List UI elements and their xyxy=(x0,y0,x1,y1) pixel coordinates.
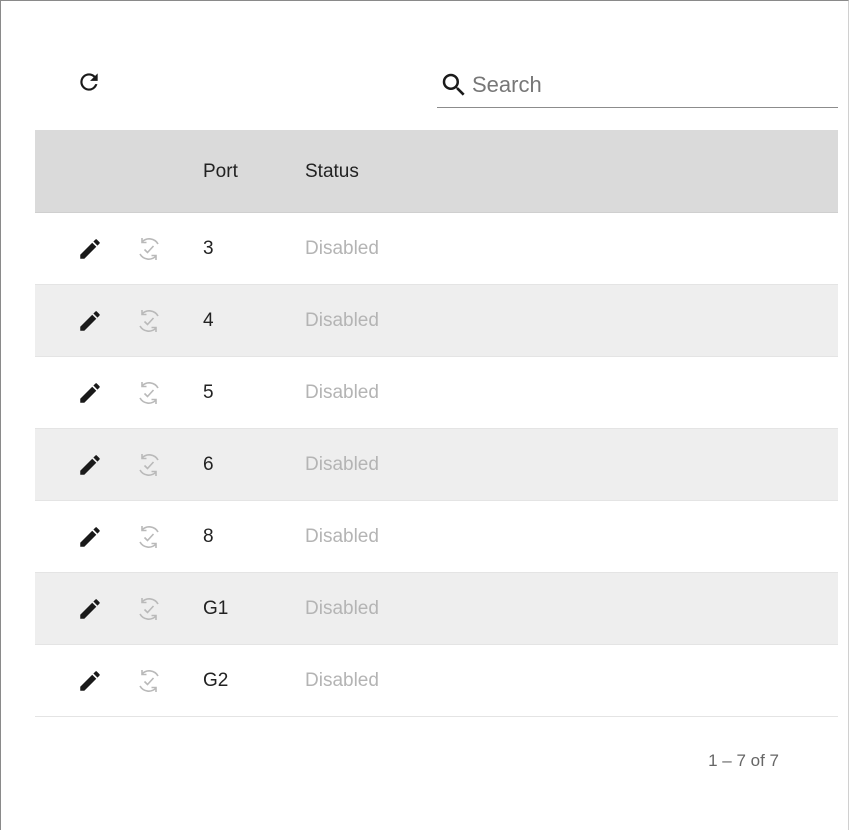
cell-port: 6 xyxy=(203,454,214,475)
edit-icon xyxy=(80,311,100,331)
search-field xyxy=(437,64,838,108)
sync-button[interactable] xyxy=(134,450,164,480)
cell-port: G1 xyxy=(203,598,229,619)
cell-port: 3 xyxy=(203,238,214,259)
sync-button[interactable] xyxy=(134,522,164,552)
refresh-icon xyxy=(80,73,98,91)
cell-port: 5 xyxy=(203,382,214,403)
sync-check-icon xyxy=(139,238,159,260)
cell-status: Disabled xyxy=(305,382,379,403)
pagination-range: 1 – 7 of 7 xyxy=(708,751,779,770)
sync-button[interactable] xyxy=(134,378,164,408)
edit-button[interactable] xyxy=(77,236,103,262)
sync-button[interactable] xyxy=(134,234,164,264)
table-row: G2 Disabled xyxy=(35,645,838,717)
search-icon xyxy=(442,73,465,96)
column-header-status[interactable]: Status xyxy=(305,161,359,183)
edit-button[interactable] xyxy=(77,308,103,334)
ports-table: Port Status 3 Disabled 4 Disabled 5 Disabled 6… xyxy=(35,130,838,717)
cell-status: Disabled xyxy=(305,238,379,259)
cell-port: G2 xyxy=(203,670,229,691)
refresh-button[interactable] xyxy=(76,69,102,95)
table-row: 3 Disabled xyxy=(35,213,838,285)
sync-button[interactable] xyxy=(134,666,164,696)
sync-check-icon xyxy=(139,598,159,620)
edit-icon xyxy=(80,599,100,619)
sync-check-icon xyxy=(139,310,159,332)
table-row: 6 Disabled xyxy=(35,429,838,501)
edit-icon xyxy=(80,527,100,547)
sync-button[interactable] xyxy=(134,594,164,624)
edit-icon xyxy=(80,455,100,475)
edit-button[interactable] xyxy=(77,668,103,694)
table-row: G1 Disabled xyxy=(35,573,838,645)
column-header-port[interactable]: Port xyxy=(203,161,238,183)
sync-check-icon xyxy=(139,382,159,404)
edit-icon xyxy=(80,383,100,403)
cell-port: 4 xyxy=(203,310,214,331)
edit-icon xyxy=(80,671,100,691)
table-body: 3 Disabled 4 Disabled 5 Disabled 6 Disabled 8 Dis… xyxy=(35,213,838,717)
sync-check-icon xyxy=(139,670,159,692)
cell-status: Disabled xyxy=(305,526,379,547)
cell-status: Disabled xyxy=(305,670,379,691)
table-header: Port Status xyxy=(35,130,838,213)
cell-status: Disabled xyxy=(305,310,379,331)
cell-port: 8 xyxy=(203,526,214,547)
edit-button[interactable] xyxy=(77,380,103,406)
cell-status: Disabled xyxy=(305,598,379,619)
table-row: 4 Disabled xyxy=(35,285,838,357)
table-row: 8 Disabled xyxy=(35,501,838,573)
search-input[interactable] xyxy=(472,68,832,102)
edit-button[interactable] xyxy=(77,452,103,478)
edit-button[interactable] xyxy=(77,596,103,622)
table-row: 5 Disabled xyxy=(35,357,838,429)
edit-button[interactable] xyxy=(77,524,103,550)
sync-check-icon xyxy=(139,454,159,476)
cell-status: Disabled xyxy=(305,454,379,475)
sync-check-icon xyxy=(139,526,159,548)
sync-button[interactable] xyxy=(134,306,164,336)
edit-icon xyxy=(80,239,100,259)
